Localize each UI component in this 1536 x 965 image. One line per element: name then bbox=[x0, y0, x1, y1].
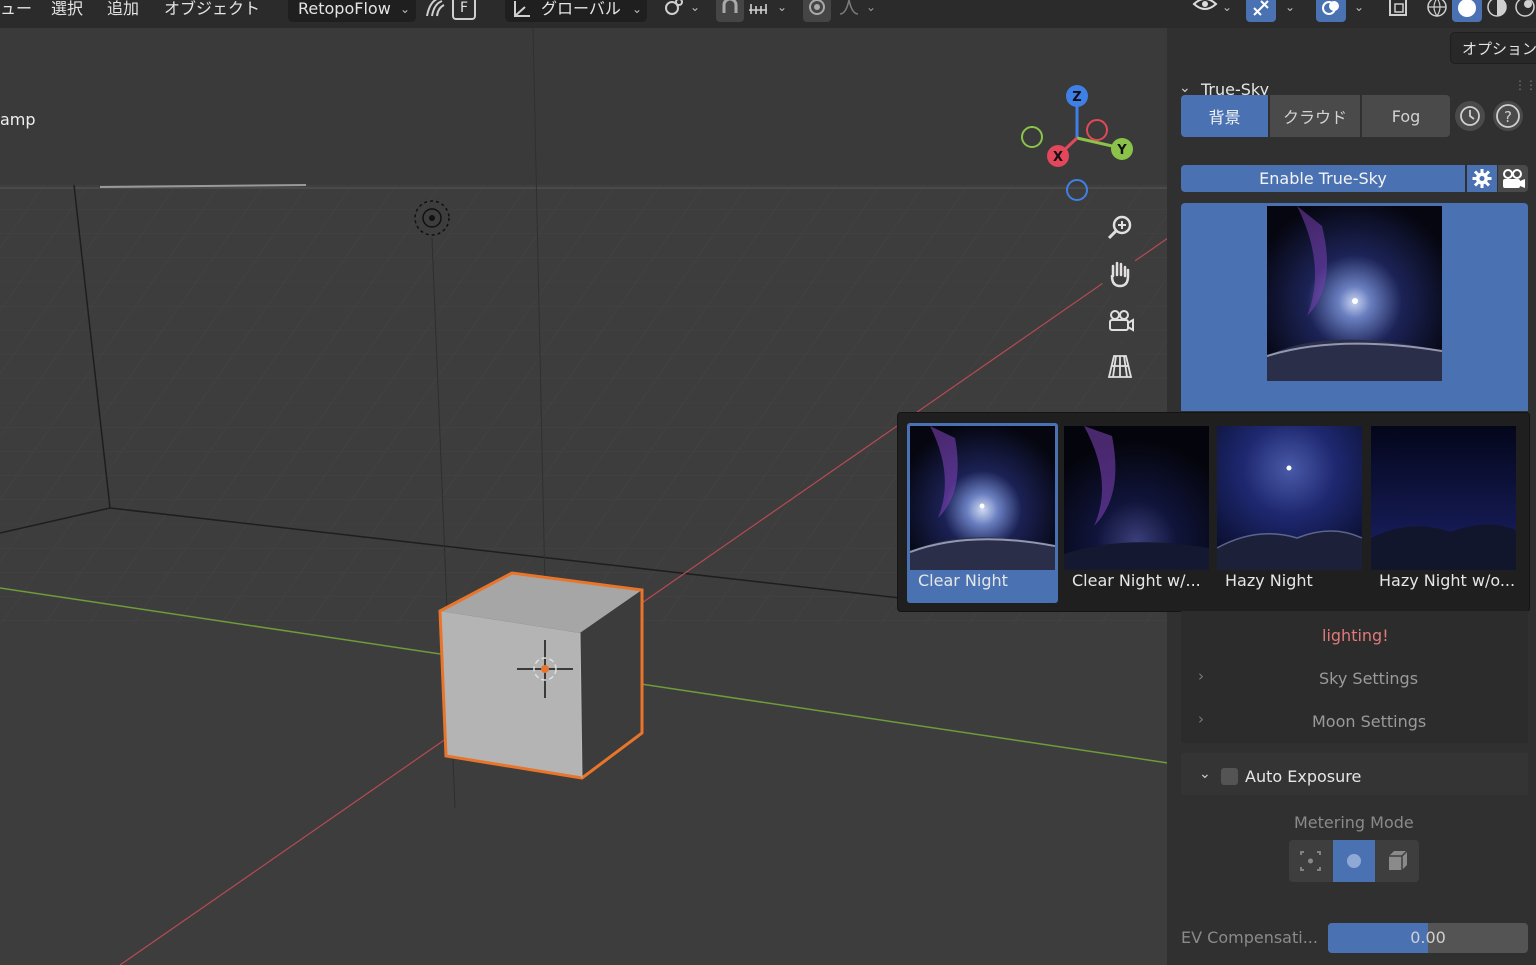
help-button[interactable]: ? bbox=[1493, 101, 1523, 131]
solid-shading-button[interactable] bbox=[1452, 0, 1482, 22]
auto-exposure-checkbox[interactable] bbox=[1221, 768, 1238, 785]
sky-settings-header[interactable]: Sky Settings bbox=[1319, 669, 1418, 688]
metering-center-button[interactable] bbox=[1333, 840, 1375, 882]
proportional-edit-toggle[interactable] bbox=[803, 0, 831, 22]
perspective-toggle-button[interactable] bbox=[1100, 346, 1140, 386]
orientation-icon bbox=[514, 1, 530, 17]
drag-handle-icon[interactable]: ⋮⋮ bbox=[1514, 78, 1536, 92]
magnet-icon bbox=[722, 0, 738, 13]
tab-background[interactable]: 背景 bbox=[1181, 95, 1268, 137]
help-icon: ? bbox=[1496, 104, 1520, 128]
chevron-down-icon[interactable]: ⌄ bbox=[1222, 0, 1232, 14]
enable-true-sky-button[interactable]: Enable True-Sky bbox=[1181, 165, 1465, 192]
menu-view[interactable]: ュー bbox=[0, 0, 32, 18]
falloff-icon[interactable] bbox=[838, 0, 860, 18]
overlay-toggle[interactable] bbox=[1316, 0, 1346, 22]
preset-label: Clear Night w/... bbox=[1072, 571, 1201, 590]
chevron-right-icon[interactable]: › bbox=[1198, 667, 1204, 685]
xray-toggle-icon[interactable] bbox=[1387, 0, 1409, 18]
menu-add[interactable]: 追加 bbox=[107, 0, 139, 18]
chevron-down-icon[interactable]: ⌄ bbox=[866, 0, 876, 14]
metering-mode-label: Metering Mode bbox=[1294, 813, 1414, 832]
chevron-down-icon[interactable]: ⌄ bbox=[1199, 766, 1211, 782]
ev-compensation-field[interactable]: 0.00 bbox=[1328, 923, 1528, 953]
gear-icon bbox=[1472, 169, 1492, 188]
retopoflow-dropdown[interactable]: RetopoFlow ⌄ bbox=[288, 0, 416, 22]
clock-icon bbox=[1460, 106, 1480, 126]
rendered-shading-icon[interactable] bbox=[1514, 0, 1536, 18]
center-metering-icon bbox=[1347, 854, 1361, 868]
camera-view-button[interactable] bbox=[1100, 300, 1140, 340]
visibility-eye-icon[interactable] bbox=[1192, 0, 1218, 18]
hazy-night-no-moon-thumbnail[interactable] bbox=[1371, 426, 1516, 570]
retopoflow-dropdown-label: RetopoFlow bbox=[298, 0, 391, 18]
ev-compensation-value: 0.00 bbox=[1410, 928, 1446, 947]
preset-preview-area[interactable] bbox=[1181, 203, 1528, 411]
object-name-label: amp bbox=[0, 110, 36, 129]
hazy-night-thumbnail[interactable] bbox=[1217, 426, 1362, 570]
chevron-down-icon[interactable]: ⌄ bbox=[1354, 0, 1364, 14]
clear-night-no-moon-thumbnail[interactable] bbox=[1064, 426, 1209, 570]
transform-orientation-dropdown[interactable]: グローバル ⌄ bbox=[505, 0, 647, 22]
svg-text:Z: Z bbox=[1072, 90, 1081, 105]
auto-exposure-label: Auto Exposure bbox=[1245, 767, 1362, 786]
pivot-point-icon[interactable] bbox=[663, 0, 685, 18]
viewport-header: ュー 選択 追加 オブジェクト RetopoFlow ⌄ F グローバル ⌄ ⌄… bbox=[0, 0, 1536, 28]
average-metering-icon bbox=[1389, 850, 1408, 870]
camera-icon bbox=[1109, 310, 1134, 332]
menu-select[interactable]: 選択 bbox=[51, 0, 83, 18]
svg-text:X: X bbox=[1053, 150, 1063, 165]
proportional-edit-icon bbox=[809, 0, 825, 15]
svg-text:Y: Y bbox=[1116, 143, 1127, 158]
tab-clouds[interactable]: クラウド bbox=[1270, 95, 1360, 137]
chevron-down-icon: ⌄ bbox=[632, 2, 643, 16]
transform-orientation-label: グローバル bbox=[541, 0, 621, 18]
svg-text:?: ? bbox=[1504, 108, 1512, 126]
metering-spot-button[interactable] bbox=[1289, 840, 1332, 882]
chevron-right-icon[interactable]: › bbox=[1198, 710, 1204, 728]
wireframe-shading-icon[interactable] bbox=[1426, 0, 1448, 18]
tab-fog[interactable]: Fog bbox=[1362, 95, 1450, 137]
settings-button[interactable] bbox=[1467, 165, 1497, 192]
menu-object[interactable]: オブジェクト bbox=[164, 0, 260, 18]
chevron-down-icon[interactable]: ⌄ bbox=[1179, 80, 1191, 96]
options-button[interactable]: オプション bbox=[1450, 32, 1536, 64]
snap-increment-icon[interactable] bbox=[747, 0, 769, 18]
cube[interactable] bbox=[438, 571, 644, 780]
ev-compensation-label: EV Compensati... bbox=[1181, 928, 1318, 947]
warning-text: lighting! bbox=[1322, 626, 1389, 645]
history-button[interactable] bbox=[1455, 101, 1485, 131]
zoom-in-icon bbox=[1107, 215, 1132, 240]
camera-icon bbox=[1503, 169, 1525, 188]
chevron-down-icon[interactable]: ⌄ bbox=[777, 0, 787, 14]
material-shading-icon[interactable] bbox=[1486, 0, 1508, 18]
moon-settings-header[interactable]: Moon Settings bbox=[1312, 712, 1426, 731]
gizmo-icon bbox=[1253, 0, 1269, 16]
pan-button[interactable] bbox=[1100, 254, 1140, 294]
retopoflow-icon[interactable] bbox=[424, 0, 446, 18]
options-button-label: オプション bbox=[1462, 40, 1536, 58]
preset-label: Clear Night bbox=[918, 571, 1008, 590]
overlay-icon bbox=[1322, 1, 1339, 15]
solid-shading-icon bbox=[1458, 0, 1476, 17]
preset-label: Hazy Night bbox=[1225, 571, 1313, 590]
chevron-down-icon: ⌄ bbox=[400, 2, 411, 16]
grid-perspective-icon bbox=[1107, 355, 1133, 378]
camera-settings-button[interactable] bbox=[1498, 165, 1528, 192]
clear-night-thumbnail[interactable] bbox=[910, 426, 1055, 570]
navigation-gizmo[interactable]: Z Y X bbox=[1015, 82, 1145, 208]
spot-metering-icon bbox=[1300, 851, 1321, 871]
retopoflow-badge[interactable]: F bbox=[452, 0, 476, 20]
snap-toggle[interactable] bbox=[716, 0, 744, 22]
preset-label: Hazy Night w/o... bbox=[1379, 571, 1516, 590]
zoom-button[interactable] bbox=[1100, 208, 1140, 248]
chevron-down-icon[interactable]: ⌄ bbox=[690, 0, 700, 14]
metering-average-button[interactable] bbox=[1376, 840, 1419, 882]
gizmo-toggle[interactable] bbox=[1246, 0, 1276, 22]
chevron-down-icon[interactable]: ⌄ bbox=[1285, 0, 1295, 14]
preset-preview-image bbox=[1267, 206, 1442, 381]
hand-icon bbox=[1110, 261, 1130, 288]
